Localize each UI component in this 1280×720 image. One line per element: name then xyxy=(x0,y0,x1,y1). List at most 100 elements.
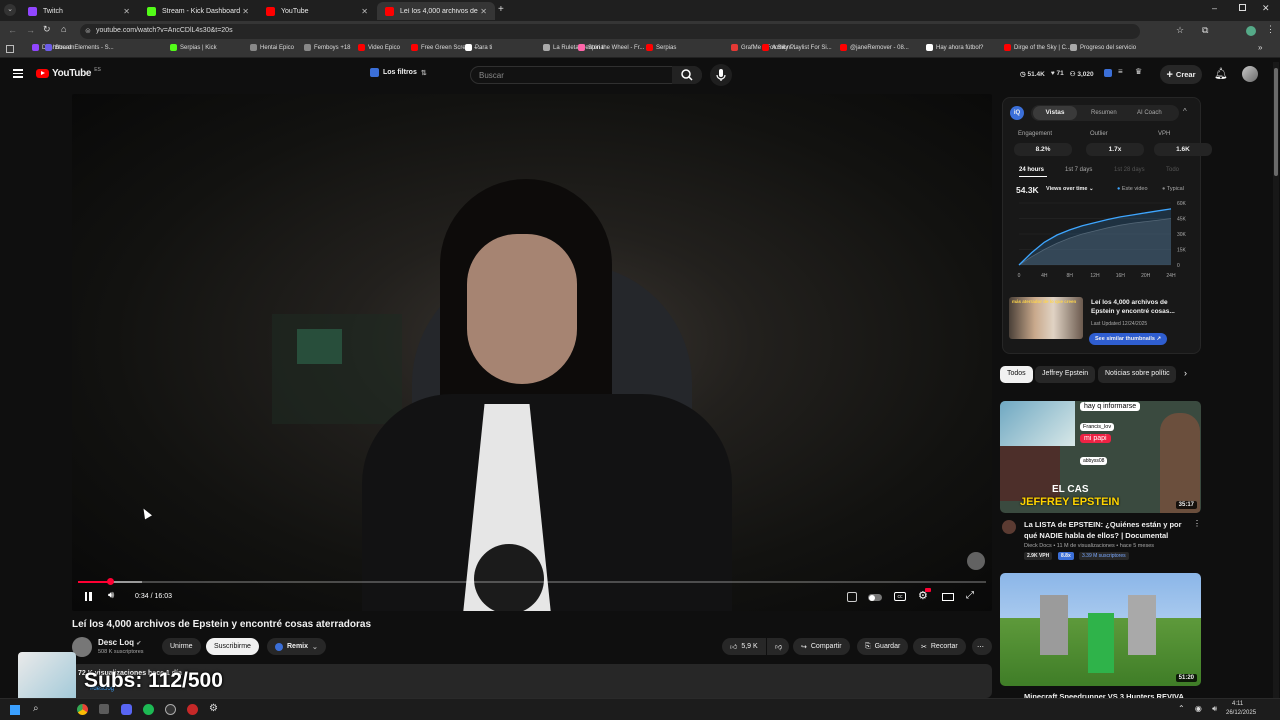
tray-icons[interactable]: ⌃ ◉ 🔊︎ xyxy=(1178,704,1221,714)
rec-title[interactable]: Leí los 4,000 archivos de Epstein y enco… xyxy=(1091,298,1191,316)
settings-icon[interactable]: ⚙ xyxy=(209,703,218,714)
tab-kick-dashboard[interactable]: Stream - Kick Dashboard ✕ xyxy=(139,2,257,20)
close-tab-icon[interactable]: ✕ xyxy=(480,7,487,16)
bookmark-item[interactable]: Video Epico xyxy=(358,44,400,51)
bookmark-item[interactable]: Hentai Epico xyxy=(250,44,294,51)
theater-mode-icon[interactable] xyxy=(942,593,954,601)
chips-next-icon[interactable]: › xyxy=(1184,368,1187,378)
tab-search-icon[interactable]: ⌄ xyxy=(4,4,16,16)
close-window-button[interactable]: ✕ xyxy=(1262,3,1270,14)
minimize-button[interactable]: – xyxy=(1212,3,1217,13)
like-button[interactable]: 👍︎ 5,9 K xyxy=(722,638,766,655)
subscribe-button[interactable]: Suscribirme xyxy=(206,638,259,655)
bars-icon[interactable]: ≡ xyxy=(1118,67,1123,76)
tab-youtube[interactable]: YouTube ✕ xyxy=(258,2,376,20)
channel-name[interactable]: Desc Loq ✔ xyxy=(98,638,141,647)
bookmark-item[interactable]: Spin the Wheel - Fr... xyxy=(578,44,644,51)
discord-icon[interactable] xyxy=(121,704,132,715)
rec1-avatar[interactable] xyxy=(1002,520,1016,534)
bookmark-star-icon[interactable]: ☆ xyxy=(1176,25,1184,36)
bookmark-item[interactable]: A Silly Playlist For Si... xyxy=(762,44,832,51)
menu-icon[interactable]: ⋮ xyxy=(1266,24,1275,35)
close-tab-icon[interactable]: ✕ xyxy=(242,7,249,16)
collapse-chevron-icon[interactable]: ^ xyxy=(1183,107,1187,116)
volume-icon[interactable]: 🔊︎ xyxy=(108,590,114,601)
filters-button[interactable]: Los filtros ⇅ xyxy=(370,68,427,77)
search-input[interactable]: Buscar xyxy=(470,66,702,84)
bookmark-item[interactable]: Serpias xyxy=(646,44,676,51)
bookmark-item[interactable]: Hay ahora fútbol? xyxy=(926,44,983,51)
apps-icon[interactable] xyxy=(6,45,14,53)
range-28d[interactable]: 1st 28 days xyxy=(1114,167,1145,173)
tab-current-video[interactable]: Leí los 4,000 archivos de Ep ✕ xyxy=(377,2,495,20)
rec2-thumbnail[interactable]: 51:20 xyxy=(1000,573,1201,686)
share-button[interactable]: ↪ Compartir xyxy=(793,638,850,655)
pause-button[interactable] xyxy=(83,592,93,602)
new-tab-button[interactable]: + xyxy=(498,4,504,15)
obs-icon[interactable] xyxy=(165,704,176,715)
video-player[interactable]: 🔊︎ 0:34 / 16:03 cc ⚙ ⤢ xyxy=(72,94,992,611)
tab-resumen[interactable]: Resumen xyxy=(1091,110,1117,116)
voice-search-button[interactable] xyxy=(710,64,732,86)
notifications-bell-icon[interactable]: 🔔︎ xyxy=(1214,67,1228,80)
reload-icon[interactable]: ↻ xyxy=(43,24,51,35)
youtube-logo[interactable]: YouTube ES xyxy=(36,67,101,79)
range-all[interactable]: Todo xyxy=(1166,167,1179,173)
maximize-button[interactable] xyxy=(1239,4,1246,11)
chip-noticias[interactable]: Noticias sobre polític xyxy=(1098,366,1176,383)
bookmark-item[interactable]: Progreso del servicio xyxy=(1070,44,1136,51)
progress-scrubber[interactable] xyxy=(106,578,114,585)
tab-vistas[interactable]: Vistas xyxy=(1033,106,1077,120)
rec1-title[interactable]: La LISTA de EPSTEIN: ¿Quiénes están y po… xyxy=(1024,519,1184,541)
extensions-icon[interactable]: ⧉ xyxy=(1202,25,1208,36)
rec1-more-icon[interactable]: ⋮ xyxy=(1193,519,1201,528)
vidiq-icon[interactable] xyxy=(1104,69,1112,77)
fullscreen-icon[interactable]: ⤢ xyxy=(966,590,974,601)
chip-todos[interactable]: Todos xyxy=(1000,366,1033,383)
more-actions-button[interactable]: ⋯ xyxy=(972,638,992,655)
account-avatar[interactable] xyxy=(1242,66,1258,82)
clip-button[interactable]: ✂ Recortar xyxy=(913,638,966,655)
save-button[interactable]: ⎘ Guardar xyxy=(857,638,909,655)
chip-jeffrey-epstein[interactable]: Jeffrey Epstein xyxy=(1035,366,1096,383)
chrome-icon[interactable] xyxy=(77,704,88,715)
autoplay-toggle[interactable] xyxy=(868,594,882,601)
range-7d[interactable]: 1st 7 days xyxy=(1065,167,1092,173)
site-info-icon[interactable]: ⊜ xyxy=(85,27,91,35)
bookmark-item[interactable]: Femboys +18 xyxy=(304,44,351,51)
tab-ai-coach[interactable]: AI Coach xyxy=(1137,110,1162,116)
back-icon[interactable]: ← xyxy=(8,25,17,35)
similar-thumbnails-button[interactable]: See similar thumbnails ↗ xyxy=(1089,333,1168,345)
home-icon[interactable]: ⌂ xyxy=(61,24,66,34)
bookmark-item[interactable]: Serpias | Kick xyxy=(170,44,217,51)
spotify-icon[interactable] xyxy=(143,704,154,715)
more-bookmarks-icon[interactable]: » xyxy=(1258,43,1262,52)
record-icon[interactable] xyxy=(187,704,198,715)
start-icon[interactable] xyxy=(10,705,20,715)
join-button[interactable]: Unirme xyxy=(162,638,201,655)
bookmark-item[interactable]: Dirge of the Sky | C... xyxy=(1004,44,1071,51)
close-tab-icon[interactable]: ✕ xyxy=(361,7,368,16)
search-button[interactable] xyxy=(672,66,702,84)
page-scrollbar[interactable] xyxy=(1273,62,1279,698)
search-icon[interactable]: ⌕ xyxy=(33,703,39,714)
close-tab-icon[interactable]: ✕ xyxy=(123,7,130,16)
hamburger-menu-icon[interactable] xyxy=(13,69,23,78)
tab-twitch[interactable]: Twitch ✕ xyxy=(20,2,138,20)
progress-bar[interactable] xyxy=(78,578,986,585)
channel-watermark-icon[interactable] xyxy=(967,552,985,570)
bookmark-item[interactable]: Para ti xyxy=(465,44,492,51)
rec-thumbnail[interactable]: más aterrador de lo que creen xyxy=(1009,297,1083,339)
app-icon-1[interactable] xyxy=(99,704,109,714)
remix-button[interactable]: Remix ⌄ xyxy=(267,638,326,655)
url-field[interactable]: ⊜ youtube.com/watch?v=AncCDlL4s30&t=20s xyxy=(80,24,1140,39)
bookmark-item[interactable]: StreamElements - S... xyxy=(45,44,114,51)
dislike-button[interactable]: 👎︎ xyxy=(767,638,789,655)
rec1-thumbnail[interactable]: hay q informarse Francis_lov mi papi abb… xyxy=(1000,401,1201,513)
trophy-icon[interactable]: ♛ xyxy=(1135,67,1142,76)
profile-avatar[interactable] xyxy=(1246,26,1256,36)
forward-icon[interactable]: → xyxy=(26,25,35,35)
range-24h[interactable]: 24 hours xyxy=(1019,167,1044,173)
bookmark-item[interactable]: @janeRemover - 08... xyxy=(840,44,909,51)
create-button[interactable]: + Crear xyxy=(1160,65,1202,84)
